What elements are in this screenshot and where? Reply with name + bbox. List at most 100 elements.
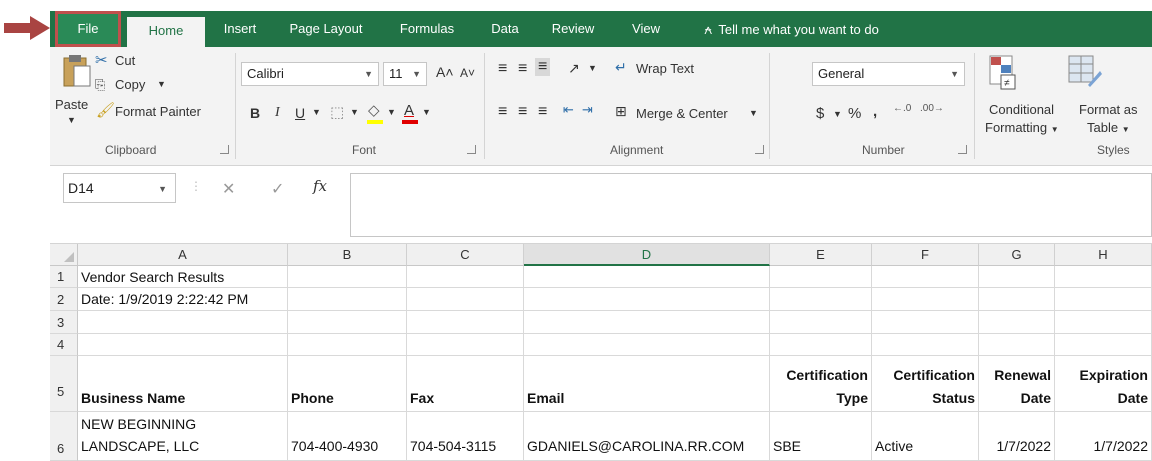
cell[interactable] xyxy=(872,288,979,311)
cell[interactable] xyxy=(770,288,872,311)
cell[interactable] xyxy=(1055,288,1152,311)
cell[interactable] xyxy=(524,311,770,334)
number-launcher-icon[interactable] xyxy=(958,145,967,154)
cell[interactable] xyxy=(524,334,770,356)
align-left-icon[interactable]: ≡ xyxy=(498,103,507,121)
conditional-formatting-button[interactable]: Conditional xyxy=(989,102,1054,117)
increase-decimal-icon[interactable]: ←.0 xyxy=(893,103,911,114)
formula-input[interactable] xyxy=(350,173,1152,237)
merge-dropdown-icon[interactable]: ▼ xyxy=(749,108,758,118)
borders-dropdown-icon[interactable]: ▼ xyxy=(350,107,359,117)
cell[interactable] xyxy=(288,311,407,334)
format-painter-button[interactable]: Format Painter xyxy=(115,104,201,119)
currency-dropdown-icon[interactable]: ▼ xyxy=(833,109,842,119)
bold-icon[interactable]: B xyxy=(250,105,260,121)
cell[interactable] xyxy=(979,334,1055,356)
font-color-dropdown-icon[interactable]: ▼ xyxy=(422,107,431,117)
cell[interactable] xyxy=(288,334,407,356)
select-all-corner[interactable] xyxy=(50,244,78,266)
alignment-launcher-icon[interactable] xyxy=(755,145,764,154)
cell[interactable] xyxy=(872,334,979,356)
row-header-6[interactable]: 6 xyxy=(50,412,78,461)
number-format-select[interactable]: General ▼ xyxy=(812,62,965,86)
fill-color-icon[interactable]: ◇ xyxy=(368,101,380,119)
tell-me-search[interactable]: ⍲ Tell me what you want to do xyxy=(704,11,879,47)
row-header-5[interactable]: 5 xyxy=(50,356,78,412)
cell[interactable] xyxy=(78,311,288,334)
paste-dropdown-icon[interactable]: ▼ xyxy=(67,115,76,125)
cell[interactable] xyxy=(1055,266,1152,288)
font-launcher-icon[interactable] xyxy=(467,145,476,154)
cut-button[interactable]: Cut xyxy=(115,53,135,68)
cell[interactable] xyxy=(524,288,770,311)
header-business-name[interactable]: Business Name xyxy=(78,356,288,412)
cell[interactable] xyxy=(979,266,1055,288)
cell[interactable] xyxy=(1055,311,1152,334)
tab-formulas[interactable]: Formulas xyxy=(387,11,467,47)
cell-business-name[interactable]: NEW BEGINNING LANDSCAPE, LLC xyxy=(78,412,288,461)
tab-home[interactable]: Home xyxy=(127,17,205,47)
comma-icon[interactable]: , xyxy=(873,103,877,120)
row-header-1[interactable]: 1 xyxy=(50,266,78,288)
decrease-decimal-icon[interactable]: .00→ xyxy=(920,103,944,114)
format-as-table-icon[interactable] xyxy=(1068,55,1102,91)
cell-certification-status[interactable]: Active xyxy=(872,412,979,461)
tab-page-layout[interactable]: Page Layout xyxy=(278,11,374,47)
orientation-icon[interactable]: ↗ xyxy=(568,60,580,77)
column-header-d[interactable]: D xyxy=(524,244,770,266)
font-color-icon[interactable]: A xyxy=(404,102,414,119)
tab-view[interactable]: View xyxy=(622,11,670,47)
tab-data[interactable]: Data xyxy=(481,11,529,47)
cell-certification-type[interactable]: SBE xyxy=(770,412,872,461)
cell[interactable] xyxy=(407,311,524,334)
row-header-3[interactable]: 3 xyxy=(50,311,78,334)
copy-button[interactable]: Copy xyxy=(115,77,145,92)
cell[interactable] xyxy=(407,334,524,356)
cell[interactable] xyxy=(979,288,1055,311)
align-middle-icon[interactable]: ≡ xyxy=(518,60,527,78)
align-right-icon[interactable]: ≡ xyxy=(538,103,547,121)
underline-icon[interactable]: U xyxy=(295,105,305,121)
cell[interactable] xyxy=(770,334,872,356)
tab-insert[interactable]: Insert xyxy=(210,11,270,47)
cell[interactable] xyxy=(288,266,407,288)
cell[interactable] xyxy=(288,288,407,311)
align-bottom-icon[interactable]: ≡ xyxy=(535,58,551,76)
paste-button[interactable]: Paste xyxy=(55,97,88,112)
decrease-font-icon[interactable]: A˅ xyxy=(460,66,475,80)
italic-icon[interactable]: I xyxy=(275,105,280,121)
cell-expiration-date[interactable]: 1/7/2022 xyxy=(1055,412,1152,461)
cancel-icon[interactable]: ✕ xyxy=(222,179,235,199)
cell-phone[interactable]: 704-400-4930 xyxy=(288,412,407,461)
tab-file[interactable]: File xyxy=(55,11,121,47)
header-certification-status[interactable]: Certification Status xyxy=(872,356,979,412)
column-header-a[interactable]: A xyxy=(78,244,288,266)
percent-icon[interactable]: % xyxy=(848,105,861,122)
cell[interactable] xyxy=(407,288,524,311)
column-header-f[interactable]: F xyxy=(872,244,979,266)
column-header-h[interactable]: H xyxy=(1055,244,1152,266)
conditional-formatting-icon[interactable]: ≠ xyxy=(989,55,1017,91)
header-phone[interactable]: Phone xyxy=(288,356,407,412)
cell-fax[interactable]: 704-504-3115 xyxy=(407,412,524,461)
column-header-c[interactable]: C xyxy=(407,244,524,266)
cell[interactable] xyxy=(979,311,1055,334)
name-box[interactable]: D14 ▼ xyxy=(63,173,176,203)
currency-icon[interactable]: $ xyxy=(816,105,824,122)
cell-email[interactable]: GDANIELS@CAROLINA.RR.COM xyxy=(524,412,770,461)
header-email[interactable]: Email xyxy=(524,356,770,412)
wrap-text-button[interactable]: Wrap Text xyxy=(636,61,694,76)
cell-renewal-date[interactable]: 1/7/2022 xyxy=(979,412,1055,461)
font-name-select[interactable]: Calibri ▼ xyxy=(241,62,379,86)
column-header-b[interactable]: B xyxy=(288,244,407,266)
format-as-table-button[interactable]: Format as xyxy=(1079,102,1138,117)
cell[interactable] xyxy=(524,266,770,288)
increase-indent-icon[interactable]: ⇥ xyxy=(582,102,593,118)
font-size-select[interactable]: 11 ▼ xyxy=(383,62,427,86)
fill-dropdown-icon[interactable]: ▼ xyxy=(387,107,396,117)
insert-function-icon[interactable]: fx xyxy=(313,177,327,195)
borders-icon[interactable]: ⬚ xyxy=(330,103,344,121)
column-header-e[interactable]: E xyxy=(770,244,872,266)
column-header-g[interactable]: G xyxy=(979,244,1055,266)
cell[interactable] xyxy=(770,311,872,334)
